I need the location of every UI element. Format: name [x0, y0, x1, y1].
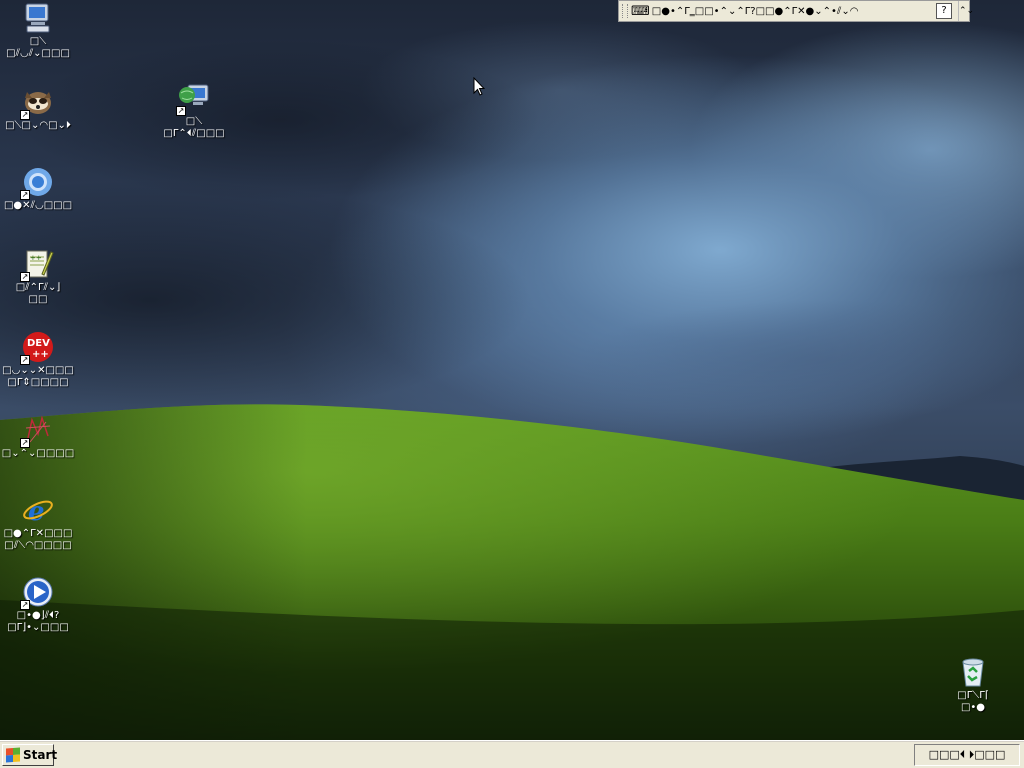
language-bar-grip[interactable]	[622, 4, 628, 18]
windows-logo-icon	[6, 747, 20, 763]
desktop-icon-my-computer[interactable]: □⟍ □⫽◡⫽⌄□□□	[1, 2, 75, 60]
desktop-icon-label-line2: □Γ⇕□□□□	[7, 377, 69, 388]
desktop-icon-label: □Γ⟍Γ⌈	[957, 690, 989, 701]
svg-text:DEV: DEV	[27, 338, 50, 349]
desktop-icon-recycle-bin[interactable]: □Γ⟍Γ⌈ □•●	[936, 656, 1010, 714]
shortcut-arrow-icon: ↗	[176, 106, 186, 116]
language-bar-text[interactable]: □●•⌃Γ‗□□•⌃⌄⌃Γ?□□●⌃Γ✕●⌄⌃•⫽⌄◠	[652, 6, 930, 17]
taskbar: Start □□□⏴ ⏵□□□	[0, 740, 1024, 768]
shortcut-arrow-icon: ↗	[20, 272, 30, 282]
help-icon[interactable]: ?	[936, 3, 952, 19]
shortcut-arrow-icon: ↗	[20, 110, 30, 120]
desktop-icon-raccoon-app[interactable]: ↗ □⟍□⌄◠□⌄⏵	[1, 86, 75, 132]
desktop-icon-network[interactable]: ↗ □⟍ □Γ⌃⏴⫽□□□	[157, 82, 231, 140]
network-icon: ↗	[176, 82, 210, 116]
desktop-icon-unknown-app[interactable]: ↗ □⌄⌃⌄□□□□	[1, 414, 75, 460]
desktop-icon-label: □Γ⌃⏴⫽□□□	[163, 128, 225, 139]
desktop-icon-chrome[interactable]: ↗ □●✕⫽◡□□□	[1, 166, 75, 212]
keyboard-icon[interactable]: ⌨	[631, 4, 650, 19]
desktop-icon-label-line2: □Γ⌋•⌄□□□	[7, 622, 69, 633]
system-tray-text: □□□⏴ ⏵□□□	[928, 748, 1006, 761]
recycle-bin-icon	[957, 656, 989, 688]
desktop-icon-label: □●✕⫽◡□□□	[3, 200, 73, 211]
language-bar[interactable]: ⌨ □●•⌃Γ‗□□•⌃⌄⌃Γ?□□●⌃Γ✕●⌄⌃•⫽⌄◠ ? ⌃⌄	[618, 0, 974, 22]
desktop-icon-label-line2: □⫽⟍◠□□□□	[4, 540, 72, 551]
desktop-icon-label-line2: □□	[28, 294, 48, 305]
svg-text:++: ++	[30, 254, 42, 262]
desktop-icon-label-prefix: □⟍	[29, 36, 47, 47]
shortcut-arrow-icon: ↗	[20, 355, 30, 365]
desktop-icon-label: □•●⌋⫽⏴?	[16, 610, 60, 621]
desktop-icon-label: □⫽◡⫽⌄□□□	[6, 48, 70, 59]
desktop-icon-label-line2: □•●	[960, 702, 986, 713]
computer-icon	[22, 2, 54, 34]
shortcut-arrow-icon: ↗	[20, 600, 30, 610]
desktop-icon-media-player[interactable]: ↗ □•●⌋⫽⏴? □Γ⌋•⌄□□□	[1, 576, 75, 634]
shortcut-arrow-icon: ↗	[20, 190, 30, 200]
start-button-label: Start	[23, 748, 58, 762]
system-tray[interactable]: □□□⏴ ⏵□□□	[914, 744, 1020, 766]
dev-cpp-icon: DEV ++ ↗	[20, 331, 54, 365]
desktop-icon-label: □●⌃Γ✕□□□	[3, 528, 73, 539]
desktop-icon-notepad-plus-plus[interactable]: ++ ↗ □⫽⌃Γ⫽⌄⌋ □□	[1, 248, 75, 306]
desktop-icon-label-prefix: □⟍	[185, 116, 203, 127]
desktop-icon-label: □⟍□⌄◠□⌄⏵	[5, 120, 71, 131]
shortcut-arrow-icon: ↗	[20, 438, 30, 448]
language-bar-minimize-button[interactable]: ⌃⌄	[958, 1, 974, 21]
internet-explorer-icon: e	[22, 494, 54, 527]
desktop-wallpaper	[0, 0, 1024, 740]
wallpaper-hill	[0, 404, 1024, 740]
svg-text:++: ++	[32, 349, 49, 360]
desktop-icon-dev-cpp[interactable]: DEV ++ ↗ □◡⌄⌄✕□□□ □Γ⇕□□□□	[1, 331, 75, 389]
notepad-plus-plus-icon: ++ ↗	[20, 248, 54, 282]
desktop-icon-internet-explorer[interactable]: e □●⌃Γ✕□□□ □⫽⟍◠□□□□	[1, 494, 75, 552]
chrome-icon: ↗	[20, 166, 54, 200]
red-sketch-icon: ↗	[20, 414, 54, 448]
start-button[interactable]: Start	[2, 744, 58, 766]
mouse-cursor-icon	[473, 77, 485, 96]
desktop-icon-label: □◡⌄⌄✕□□□	[2, 365, 74, 376]
desktop-icon-label: □⌄⌃⌄□□□□	[1, 448, 75, 459]
media-player-icon: ↗	[20, 576, 54, 610]
raccoon-icon: ↗	[20, 86, 54, 120]
desktop-icon-label: □⫽⌃Γ⫽⌄⌋	[15, 282, 61, 293]
